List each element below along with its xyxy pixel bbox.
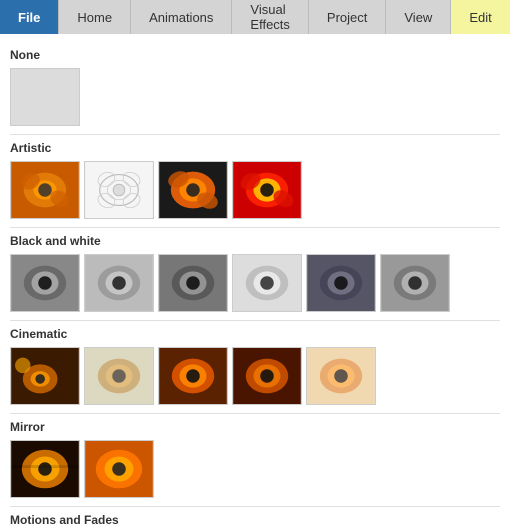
- effect-artistic-3[interactable]: [158, 161, 228, 219]
- bw-row: [10, 254, 500, 312]
- effect-bw-3[interactable]: [158, 254, 228, 312]
- section-mirror-title: Mirror: [10, 420, 500, 434]
- effect-bw-2[interactable]: [84, 254, 154, 312]
- effect-artistic-4[interactable]: [232, 161, 302, 219]
- effect-artistic-1[interactable]: [10, 161, 80, 219]
- none-row: [10, 68, 500, 126]
- app-window: File Home Animations Visual Effects Proj…: [0, 0, 510, 525]
- artistic-row: [10, 161, 500, 219]
- section-cinematic-title: Cinematic: [10, 327, 500, 341]
- cinematic-row: [10, 347, 500, 405]
- effect-none[interactable]: [10, 68, 80, 126]
- section-artistic-title: Artistic: [10, 141, 500, 155]
- section-motions-title: Motions and Fades: [10, 513, 500, 525]
- tab-view[interactable]: View: [386, 0, 451, 34]
- tab-file[interactable]: File: [0, 0, 59, 34]
- tab-visual-effects[interactable]: Visual Effects: [232, 0, 309, 34]
- effect-cinematic-2[interactable]: [84, 347, 154, 405]
- effect-bw-5[interactable]: [306, 254, 376, 312]
- effect-bw-6[interactable]: [380, 254, 450, 312]
- tab-bar: File Home Animations Visual Effects Proj…: [0, 0, 510, 34]
- section-bw-title: Black and white: [10, 234, 500, 248]
- effect-bw-4[interactable]: [232, 254, 302, 312]
- tab-animations[interactable]: Animations: [131, 0, 232, 34]
- effect-mirror-1[interactable]: [10, 440, 80, 498]
- effect-cinematic-4[interactable]: [232, 347, 302, 405]
- tab-project[interactable]: Project: [309, 0, 386, 34]
- effect-cinematic-3[interactable]: [158, 347, 228, 405]
- mirror-row: [10, 440, 500, 498]
- effect-artistic-2[interactable]: [84, 161, 154, 219]
- effect-bw-1[interactable]: [10, 254, 80, 312]
- effect-mirror-2[interactable]: [84, 440, 154, 498]
- section-none-title: None: [10, 48, 500, 62]
- effect-cinematic-1[interactable]: [10, 347, 80, 405]
- effects-panel: None Artistic: [0, 34, 510, 525]
- tab-home[interactable]: Home: [59, 0, 131, 34]
- tab-edit[interactable]: Edit: [451, 0, 510, 34]
- effect-cinematic-5[interactable]: [306, 347, 376, 405]
